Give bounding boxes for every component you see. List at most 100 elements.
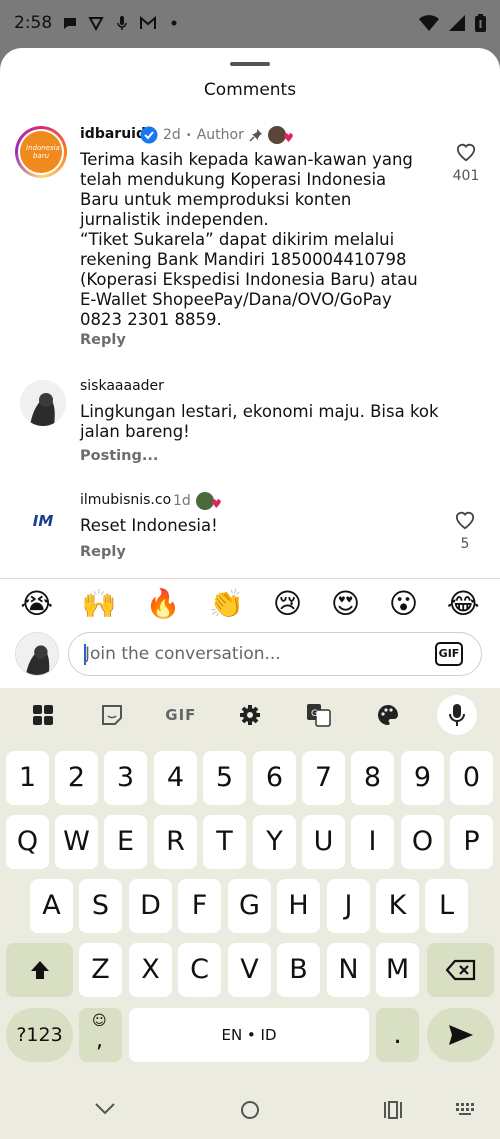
key-x[interactable]: X <box>129 943 172 997</box>
comment-meta: 2d • Author ♥ <box>140 126 294 144</box>
avatar[interactable]: Indonesia baru <box>15 126 67 178</box>
gear-icon[interactable] <box>230 695 270 735</box>
sheet-drag-handle[interactable] <box>230 62 270 66</box>
key-p[interactable]: P <box>450 815 493 869</box>
key-l[interactable]: L <box>425 879 468 933</box>
svg-text:G: G <box>311 709 318 719</box>
key-q[interactable]: Q <box>6 815 49 869</box>
emoji-button[interactable]: 🙌 <box>82 588 117 619</box>
heart-icon[interactable] <box>454 510 476 530</box>
translate-icon[interactable]: G <box>299 695 339 735</box>
key-4[interactable]: 4 <box>154 751 197 805</box>
comment-age: 1d <box>173 493 191 509</box>
backspace-key[interactable] <box>427 943 494 997</box>
reply-button[interactable]: Reply <box>80 332 126 348</box>
emoji-button[interactable]: 🔥 <box>146 588 181 619</box>
key-j[interactable]: J <box>327 879 370 933</box>
avatar[interactable] <box>20 380 66 426</box>
keyboard-row-z: Z X C V B N M <box>0 943 500 997</box>
key-w[interactable]: W <box>55 815 98 869</box>
comment-username[interactable]: siskaaaader <box>80 378 164 394</box>
like-button[interactable]: 401 <box>446 142 486 184</box>
send-key[interactable] <box>427 1008 494 1062</box>
battery-icon <box>475 14 486 32</box>
avatar-photo <box>16 633 58 675</box>
palette-icon[interactable] <box>368 695 408 735</box>
like-button[interactable]: 5 <box>450 510 480 552</box>
key-s[interactable]: S <box>79 879 122 933</box>
emoji-button[interactable]: 😮 <box>389 588 418 619</box>
status-time: 2:58 <box>14 13 53 33</box>
key-6[interactable]: 6 <box>253 751 296 805</box>
key-e[interactable]: E <box>104 815 147 869</box>
my-avatar <box>15 632 59 676</box>
key-5[interactable]: 5 <box>203 751 246 805</box>
key-o[interactable]: O <box>401 815 444 869</box>
key-7[interactable]: 7 <box>302 751 345 805</box>
comment-item: Indonesia baru idbaruid 2d • Author ♥ Te… <box>0 126 500 361</box>
key-u[interactable]: U <box>302 815 345 869</box>
emoji-button[interactable]: 😭 <box>20 588 53 619</box>
comment-username[interactable]: idbaruid <box>80 126 146 142</box>
reply-button[interactable]: Reply <box>80 544 126 560</box>
avatar[interactable]: IM <box>20 498 66 544</box>
sheet-title: Comments <box>203 80 297 100</box>
keyboard-switch-icon[interactable] <box>455 1102 477 1118</box>
notification-icons <box>62 15 182 31</box>
meta-separator: • <box>185 129 192 141</box>
emoji-button[interactable]: 😂 <box>447 588 480 619</box>
key-f[interactable]: F <box>178 879 221 933</box>
comment-text: Terima kasih kepada kawan-kawan yang tel… <box>80 150 418 329</box>
key-n[interactable]: N <box>327 943 370 997</box>
key-2[interactable]: 2 <box>55 751 98 805</box>
emoji-button[interactable]: 😢 <box>273 588 302 619</box>
key-b[interactable]: B <box>277 943 320 997</box>
key-g[interactable]: G <box>228 879 271 933</box>
key-1[interactable]: 1 <box>6 751 49 805</box>
key-i[interactable]: I <box>351 815 394 869</box>
key-0[interactable]: 0 <box>450 751 493 805</box>
dot-icon <box>171 20 177 26</box>
key-d[interactable]: D <box>129 879 172 933</box>
key-c[interactable]: C <box>178 943 221 997</box>
key-9[interactable]: 9 <box>401 751 444 805</box>
microphone-icon[interactable] <box>437 695 478 735</box>
comment-input[interactable]: Join the conversation... GIF <box>68 632 482 676</box>
key-v[interactable]: V <box>228 943 271 997</box>
key-a[interactable]: A <box>30 879 73 933</box>
period-key[interactable]: . <box>376 1008 419 1062</box>
key-m[interactable]: M <box>376 943 419 997</box>
comment-username[interactable]: ilmubisnis.co <box>80 492 171 508</box>
key-k[interactable]: K <box>376 879 419 933</box>
back-chevron-icon[interactable] <box>94 1101 116 1117</box>
status-bar: 2:58 <box>0 0 500 48</box>
apps-grid-icon[interactable] <box>23 695 63 735</box>
on-screen-keyboard: GIF G 1 2 3 4 5 6 7 8 9 0 Q W E R T Y U <box>0 688 500 1068</box>
key-y[interactable]: Y <box>253 815 296 869</box>
space-key[interactable]: EN • ID <box>129 1008 369 1062</box>
comment-age: 2d <box>163 127 181 143</box>
heart-icon[interactable] <box>455 142 477 162</box>
gif-icon[interactable]: GIF <box>161 695 201 735</box>
comment-item: IM ilmubisnis.co 1d ♥ Reset Indonesia! R… <box>0 492 500 572</box>
keyboard-row-numbers: 1 2 3 4 5 6 7 8 9 0 <box>0 751 500 805</box>
gif-button[interactable]: GIF <box>435 642 463 666</box>
key-3[interactable]: 3 <box>104 751 147 805</box>
key-t[interactable]: T <box>203 815 246 869</box>
recents-icon[interactable] <box>382 1100 404 1120</box>
emoji-button[interactable]: 😍 <box>331 588 360 619</box>
home-circle-icon[interactable] <box>239 1099 261 1121</box>
key-8[interactable]: 8 <box>351 751 394 805</box>
symbols-key[interactable]: ?123 <box>6 1008 73 1062</box>
key-z[interactable]: Z <box>79 943 122 997</box>
key-h[interactable]: H <box>277 879 320 933</box>
keyboard-row-bottom: ?123 ☺ , EN • ID . <box>0 1008 500 1062</box>
keyboard-row-a: A S D F G H J K L <box>0 879 500 933</box>
key-r[interactable]: R <box>154 815 197 869</box>
emoji-button[interactable]: 👏 <box>209 588 244 619</box>
sticker-icon[interactable] <box>92 695 132 735</box>
like-count: 5 <box>460 536 470 552</box>
emoji-comma-key[interactable]: ☺ , <box>79 1008 122 1062</box>
shift-key[interactable] <box>6 943 73 997</box>
posting-status: Posting... <box>80 448 159 464</box>
